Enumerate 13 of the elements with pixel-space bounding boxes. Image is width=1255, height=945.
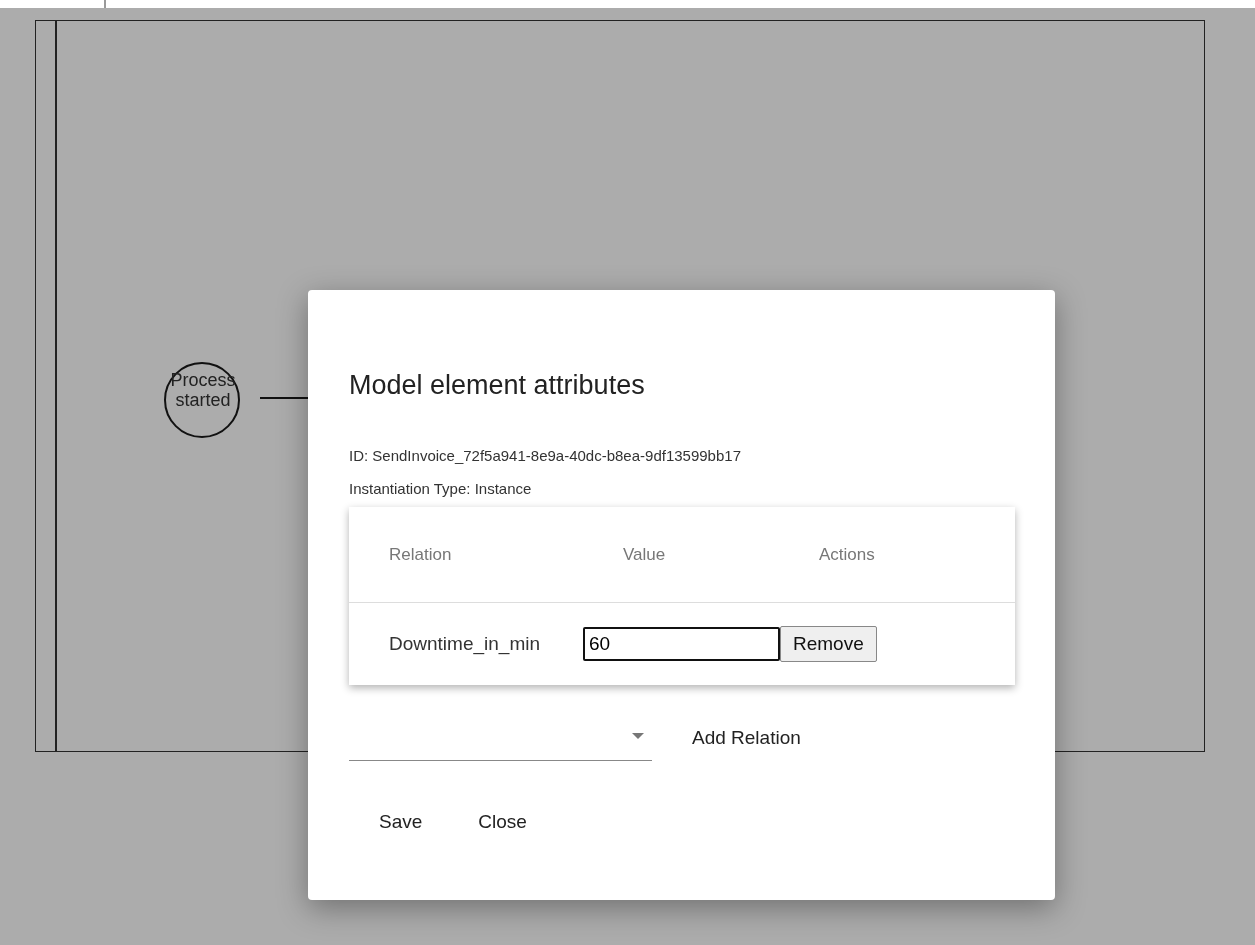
dropdown-caret-icon — [632, 733, 644, 739]
relation-cell-text: Downtime_in_min — [389, 633, 541, 655]
dialog-button[interactable]: Save — [367, 805, 435, 839]
instantiation-type: Instantiation Type: Instance — [349, 480, 533, 497]
value-input[interactable]: 60 — [583, 627, 780, 661]
column-header: Actions — [819, 544, 876, 565]
dialog-title: Model element attributes — [349, 370, 646, 401]
remove-button[interactable]: Remove — [780, 626, 877, 662]
element-id: ID: SendInvoice_72f5a941-8e9a-40dc-b8ea-9df13599bb17 — [349, 447, 742, 464]
dialog-button[interactable]: Close — [466, 805, 539, 839]
column-header: Relation — [389, 544, 453, 565]
column-header: Value — [623, 544, 667, 565]
add-relation-button[interactable]: Add Relation — [680, 721, 813, 755]
